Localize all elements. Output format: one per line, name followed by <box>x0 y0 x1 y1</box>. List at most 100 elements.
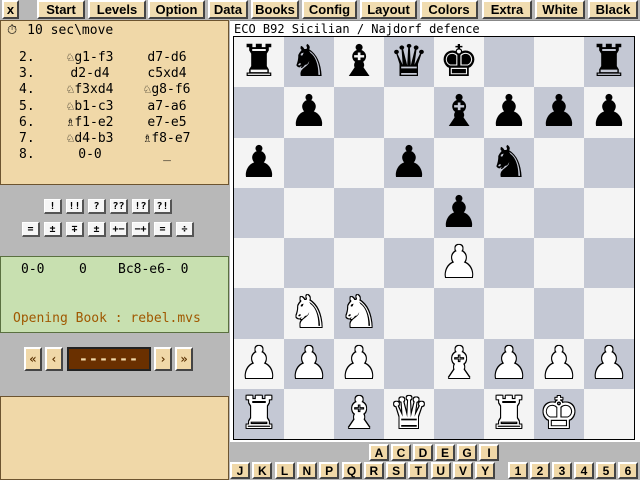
evaluation-button[interactable]: ± <box>44 222 62 237</box>
square-a8[interactable]: ♜ <box>234 37 284 88</box>
eco-button[interactable]: G <box>457 444 477 461</box>
white-move[interactable]: d2-d4 <box>45 66 135 81</box>
square-g2[interactable]: ♟ <box>534 338 584 389</box>
black-move[interactable]: ♗f8-e7 <box>137 131 197 146</box>
square-b3[interactable]: ♞ <box>284 288 334 339</box>
black-knight-icon[interactable]: ♞ <box>489 140 528 185</box>
black-move[interactable]: a7-a6 <box>137 99 197 114</box>
black-rook-icon[interactable]: ♜ <box>589 40 628 84</box>
square-a3[interactable] <box>234 288 284 339</box>
evaluation-button[interactable]: = <box>154 222 172 237</box>
square-c3[interactable]: ♞ <box>334 288 384 339</box>
square-e1[interactable] <box>434 388 484 439</box>
square-g4[interactable] <box>534 238 584 289</box>
black-move[interactable]: c5xd4 <box>137 66 197 81</box>
square-e8[interactable]: ♚ <box>434 37 484 88</box>
menu-start[interactable]: Start <box>37 0 85 19</box>
eco-button[interactable]: 1 <box>508 462 528 479</box>
menu-colors[interactable]: Colors <box>420 0 478 19</box>
white-move[interactable]: 0-0 <box>45 147 135 162</box>
eco-button[interactable]: Y <box>475 462 496 479</box>
square-h5[interactable] <box>584 187 634 238</box>
close-button[interactable]: x <box>2 0 19 19</box>
square-e7[interactable]: ♝ <box>434 87 484 138</box>
black-pawn-icon[interactable]: ♟ <box>389 140 428 185</box>
evaluation-button[interactable]: ∓ <box>66 222 84 237</box>
square-a1[interactable]: ♜ <box>234 388 284 439</box>
annotation-button[interactable]: ? <box>88 199 106 214</box>
eco-button[interactable]: T <box>408 462 429 479</box>
black-bishop-icon[interactable]: ♝ <box>339 40 378 84</box>
black-pawn-icon[interactable]: ♟ <box>239 140 278 185</box>
eco-button[interactable]: I <box>479 444 499 461</box>
menu-layout[interactable]: Layout <box>360 0 417 19</box>
white-move[interactable]: ♘d4-b3 <box>45 131 135 146</box>
square-c1[interactable]: ♝ <box>334 388 384 439</box>
square-f1[interactable]: ♜ <box>484 388 534 439</box>
white-knight-icon[interactable]: ♞ <box>289 291 328 335</box>
black-rook-icon[interactable]: ♜ <box>239 40 278 84</box>
square-b6[interactable] <box>284 137 334 188</box>
square-g3[interactable] <box>534 288 584 339</box>
menu-books[interactable]: Books <box>251 0 299 19</box>
square-d4[interactable] <box>384 238 434 289</box>
white-move[interactable]: ♘f3xd4 <box>45 82 135 97</box>
square-d6[interactable]: ♟ <box>384 137 434 188</box>
menu-option[interactable]: Option <box>148 0 205 19</box>
square-h4[interactable] <box>584 238 634 289</box>
white-rook-icon[interactable]: ♜ <box>489 391 528 436</box>
eco-button[interactable]: N <box>296 462 317 479</box>
last-move-button[interactable]: » <box>175 347 193 371</box>
evaluation-button[interactable]: = <box>22 222 40 237</box>
white-king-icon[interactable]: ♚ <box>539 391 578 436</box>
chess-board[interactable]: ♜ ♞ ♝ ♛ ♚ ♜ ♟ ♝ ♟ ♟ ♟ ♟ ♟ ♞ ♟ ♟ ♞ ♞ ♟ ♟ ♟ ♝ ♟ ♟ ♟ ♜ ♝ ♛ ♜ ♚ <box>233 36 635 440</box>
square-f5[interactable] <box>484 187 534 238</box>
evaluation-button[interactable]: −+ <box>132 222 150 237</box>
square-g5[interactable] <box>534 187 584 238</box>
square-c5[interactable] <box>334 187 384 238</box>
square-g1[interactable]: ♚ <box>534 388 584 439</box>
square-h2[interactable]: ♟ <box>584 338 634 389</box>
square-c8[interactable]: ♝ <box>334 37 384 88</box>
eco-button[interactable]: D <box>413 444 433 461</box>
square-d2[interactable] <box>384 338 434 389</box>
black-move[interactable]: ♘g8-f6 <box>137 82 197 97</box>
square-e4[interactable]: ♟ <box>434 238 484 289</box>
eco-button[interactable]: A <box>369 444 389 461</box>
square-f2[interactable]: ♟ <box>484 338 534 389</box>
eco-button[interactable]: 2 <box>530 462 550 479</box>
square-e2[interactable]: ♝ <box>434 338 484 389</box>
eco-button[interactable]: U <box>430 462 451 479</box>
square-e5[interactable]: ♟ <box>434 187 484 238</box>
annotation-button[interactable]: ?! <box>154 199 172 214</box>
square-d8[interactable]: ♛ <box>384 37 434 88</box>
square-h1[interactable] <box>584 388 634 439</box>
square-g7[interactable]: ♟ <box>534 87 584 138</box>
square-b8[interactable]: ♞ <box>284 37 334 88</box>
white-move[interactable]: ♘g1-f3 <box>45 50 135 65</box>
eco-button[interactable]: E <box>435 444 455 461</box>
eco-button[interactable]: P <box>319 462 340 479</box>
white-pawn-icon[interactable]: ♟ <box>589 341 628 386</box>
square-h6[interactable] <box>584 137 634 188</box>
evaluation-button[interactable]: +− <box>110 222 128 237</box>
eco-button[interactable]: R <box>363 462 384 479</box>
square-c6[interactable] <box>334 137 384 188</box>
square-f4[interactable] <box>484 238 534 289</box>
black-pawn-icon[interactable]: ♟ <box>439 190 478 235</box>
square-e6[interactable] <box>434 137 484 188</box>
square-f8[interactable] <box>484 37 534 88</box>
eco-button[interactable]: S <box>386 462 407 479</box>
square-c4[interactable] <box>334 238 384 289</box>
white-knight-icon[interactable]: ♞ <box>339 291 378 335</box>
square-h3[interactable] <box>584 288 634 339</box>
white-move[interactable]: ♘b1-c3 <box>45 99 135 114</box>
menu-levels[interactable]: Levels <box>88 0 146 19</box>
square-b4[interactable] <box>284 238 334 289</box>
black-move[interactable]: _ <box>137 147 197 162</box>
eco-button[interactable]: 4 <box>574 462 594 479</box>
eco-button[interactable]: K <box>252 462 273 479</box>
square-f6[interactable]: ♞ <box>484 137 534 188</box>
black-knight-icon[interactable]: ♞ <box>289 40 328 84</box>
black-move[interactable]: e7-e5 <box>137 115 197 130</box>
